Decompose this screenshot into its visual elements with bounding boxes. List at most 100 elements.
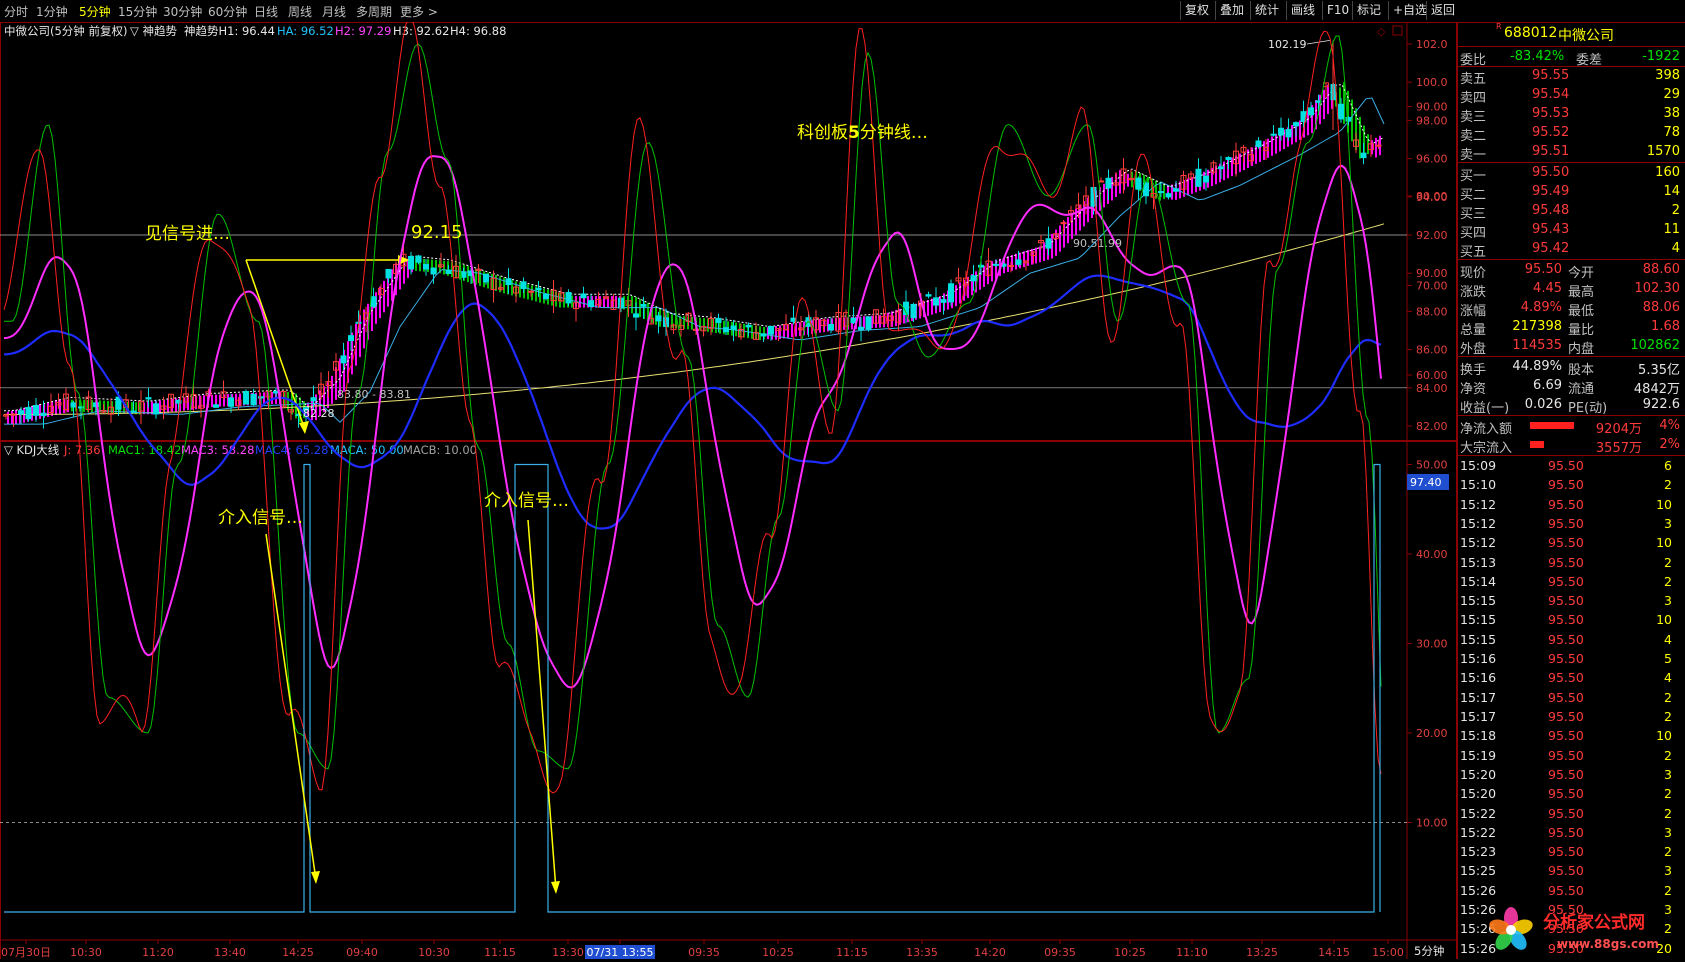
tick-price: 95.50 — [1548, 786, 1584, 802]
tick-row[interactable]: 15:23 95.50 2 — [1458, 843, 1685, 861]
tick-row[interactable]: 15:14 95.50 2 — [1458, 573, 1685, 591]
candle-body — [1338, 103, 1344, 120]
draw-button[interactable]: 画线 — [1286, 1, 1319, 20]
tick-row[interactable]: 15:12 95.50 10 — [1458, 496, 1685, 514]
back-button[interactable]: 返回 — [1426, 1, 1459, 20]
ask-row[interactable]: 卖一 95.51 1570 — [1458, 143, 1685, 163]
tab-more[interactable]: 更多 > — [400, 3, 438, 20]
low-price-label: 82.28 — [303, 407, 335, 420]
indicator-name[interactable]: ▽ 神趋势 — [130, 24, 177, 38]
quote-row: 涨幅 4.89% 最低 88.06 — [1458, 299, 1685, 319]
ask-volume: 1570 — [1646, 144, 1680, 159]
ask-row[interactable]: 卖二 95.52 78 — [1458, 124, 1685, 144]
period-label[interactable]: 5分钟 — [1414, 944, 1444, 958]
tick-row[interactable]: 15:17 95.50 2 — [1458, 689, 1685, 707]
candle-body — [993, 263, 999, 266]
tab-multi-period[interactable]: 多周期 — [356, 3, 392, 20]
tick-price: 95.50 — [1548, 631, 1584, 647]
tick-row[interactable]: 15:16 95.50 4 — [1458, 669, 1685, 687]
chart-area[interactable]: 中微公司(5分钟 前复权) ▽ 神趋势 神趋势H1: 96.44 HA: 96.… — [0, 22, 1457, 959]
candle-body — [828, 323, 834, 331]
tick-volume: 2 — [1664, 805, 1672, 821]
stats-button[interactable]: 统计 — [1250, 1, 1283, 20]
bid-volume: 4 — [1671, 241, 1680, 256]
bid-label: 买一 — [1460, 169, 1487, 184]
tab-30min[interactable]: 30分钟 — [163, 3, 202, 20]
restore-icon[interactable] — [1392, 25, 1403, 36]
kdj-signal-step-line — [4, 463, 1381, 913]
candle-body — [580, 293, 587, 299]
tick-row[interactable]: 15:16 95.50 5 — [1458, 650, 1685, 668]
flow-row: 大宗流入 3557万 2% — [1458, 436, 1685, 456]
bid-row[interactable]: 买二 95.49 14 — [1458, 183, 1685, 203]
bid-row[interactable]: 买四 95.43 11 — [1458, 221, 1685, 241]
tick-row[interactable]: 15:10 95.50 2 — [1458, 476, 1685, 494]
ask-row[interactable]: 卖三 95.53 38 — [1458, 105, 1685, 125]
add-watchlist-button[interactable]: +自选 — [1388, 1, 1431, 20]
tab-60min[interactable]: 60分钟 — [208, 3, 247, 20]
ask-row[interactable]: 卖四 95.54 29 — [1458, 86, 1685, 106]
bid-row[interactable]: 买五 95.42 4 — [1458, 240, 1685, 260]
tick-row[interactable]: 15:26 95.50 2 — [1458, 882, 1685, 900]
bid-row[interactable]: 买三 95.48 2 — [1458, 202, 1685, 222]
tick-row[interactable]: 15:15 95.50 3 — [1458, 592, 1685, 610]
stock-header: R 688012 中微公司 — [1458, 22, 1685, 44]
tick-row[interactable]: 15:17 95.50 2 — [1458, 708, 1685, 726]
bid-row[interactable]: 买一 95.50 160 — [1458, 164, 1685, 184]
overlay-button[interactable]: 叠加 — [1215, 1, 1248, 20]
tick-row[interactable]: 15:12 95.50 3 — [1458, 515, 1685, 533]
kdj-tick-label: 80.00 — [1416, 190, 1448, 203]
tick-time: 15:20 — [1460, 766, 1497, 782]
tick-row[interactable]: 15:20 95.50 2 — [1458, 785, 1685, 803]
tick-price: 95.50 — [1548, 863, 1584, 879]
tick-row[interactable]: 15:25 95.50 3 — [1458, 862, 1685, 880]
flow-value: 9204万 — [1595, 422, 1642, 437]
tab-weekly[interactable]: 周线 — [288, 3, 312, 20]
ma-blue-line — [4, 97, 1385, 425]
tick-row[interactable]: 15:09 95.50 6 — [1458, 457, 1685, 475]
candle-body — [1375, 144, 1382, 147]
tick-row[interactable]: 15:20 95.50 3 — [1458, 766, 1685, 784]
time-tick-label: 13:30 — [552, 946, 584, 959]
tick-volume: 2 — [1664, 477, 1672, 493]
diamond-icon[interactable]: ◇ — [1377, 25, 1386, 38]
tick-row[interactable]: 15:15 95.50 4 — [1458, 631, 1685, 649]
ask-row[interactable]: 卖五 95.55 398 — [1458, 67, 1685, 87]
mark-button[interactable]: 标记 — [1352, 1, 1385, 20]
finance-value: 44.89% — [1512, 359, 1562, 374]
price-tick-label: 102.0 — [1416, 38, 1448, 51]
f10-button[interactable]: F10 — [1322, 1, 1353, 20]
time-tick-label: 13:40 — [214, 946, 246, 959]
tick-row[interactable]: 15:22 95.50 3 — [1458, 824, 1685, 842]
time-tick-label: 11:10 — [1176, 946, 1208, 959]
time-tick-label: 14:25 — [282, 946, 314, 959]
candle-body — [1045, 238, 1052, 249]
kdj-title[interactable]: ▽ KDJ大线 — [4, 443, 60, 457]
tick-price: 95.50 — [1548, 477, 1584, 493]
tick-row[interactable]: 15:12 95.50 10 — [1458, 534, 1685, 552]
kdj-mac4-value: MAC4: 65.28 — [255, 443, 328, 457]
quote-value: 114535 — [1512, 338, 1562, 353]
bid-label: 买二 — [1460, 188, 1487, 203]
quote-label: 涨幅 — [1460, 304, 1487, 319]
candle-body — [655, 315, 662, 322]
tab-monthly[interactable]: 月线 — [322, 3, 346, 20]
tick-time: 15:18 — [1460, 728, 1497, 744]
tab-fenshi[interactable]: 分时 — [4, 3, 28, 20]
finance-value: 6.69 — [1533, 378, 1562, 393]
finance-label: 股本 — [1568, 363, 1595, 378]
tick-row[interactable]: 15:18 95.50 10 — [1458, 727, 1685, 745]
tab-5min[interactable]: 5分钟 — [79, 3, 111, 20]
tab-1min[interactable]: 1分钟 — [36, 3, 68, 20]
tick-row[interactable]: 15:19 95.50 2 — [1458, 747, 1685, 765]
candle-body — [1218, 166, 1224, 170]
candle-body — [925, 294, 932, 297]
tick-row[interactable]: 15:13 95.50 2 — [1458, 554, 1685, 572]
tick-row[interactable]: 15:22 95.50 2 — [1458, 805, 1685, 823]
kdj-tick-label: 30.00 — [1416, 638, 1448, 651]
tick-price: 95.50 — [1548, 554, 1584, 570]
tick-row[interactable]: 15:15 95.50 10 — [1458, 611, 1685, 629]
tab-daily[interactable]: 日线 — [254, 3, 278, 20]
fuquan-button[interactable]: 复权 — [1180, 1, 1213, 20]
tab-15min[interactable]: 15分钟 — [118, 3, 157, 20]
